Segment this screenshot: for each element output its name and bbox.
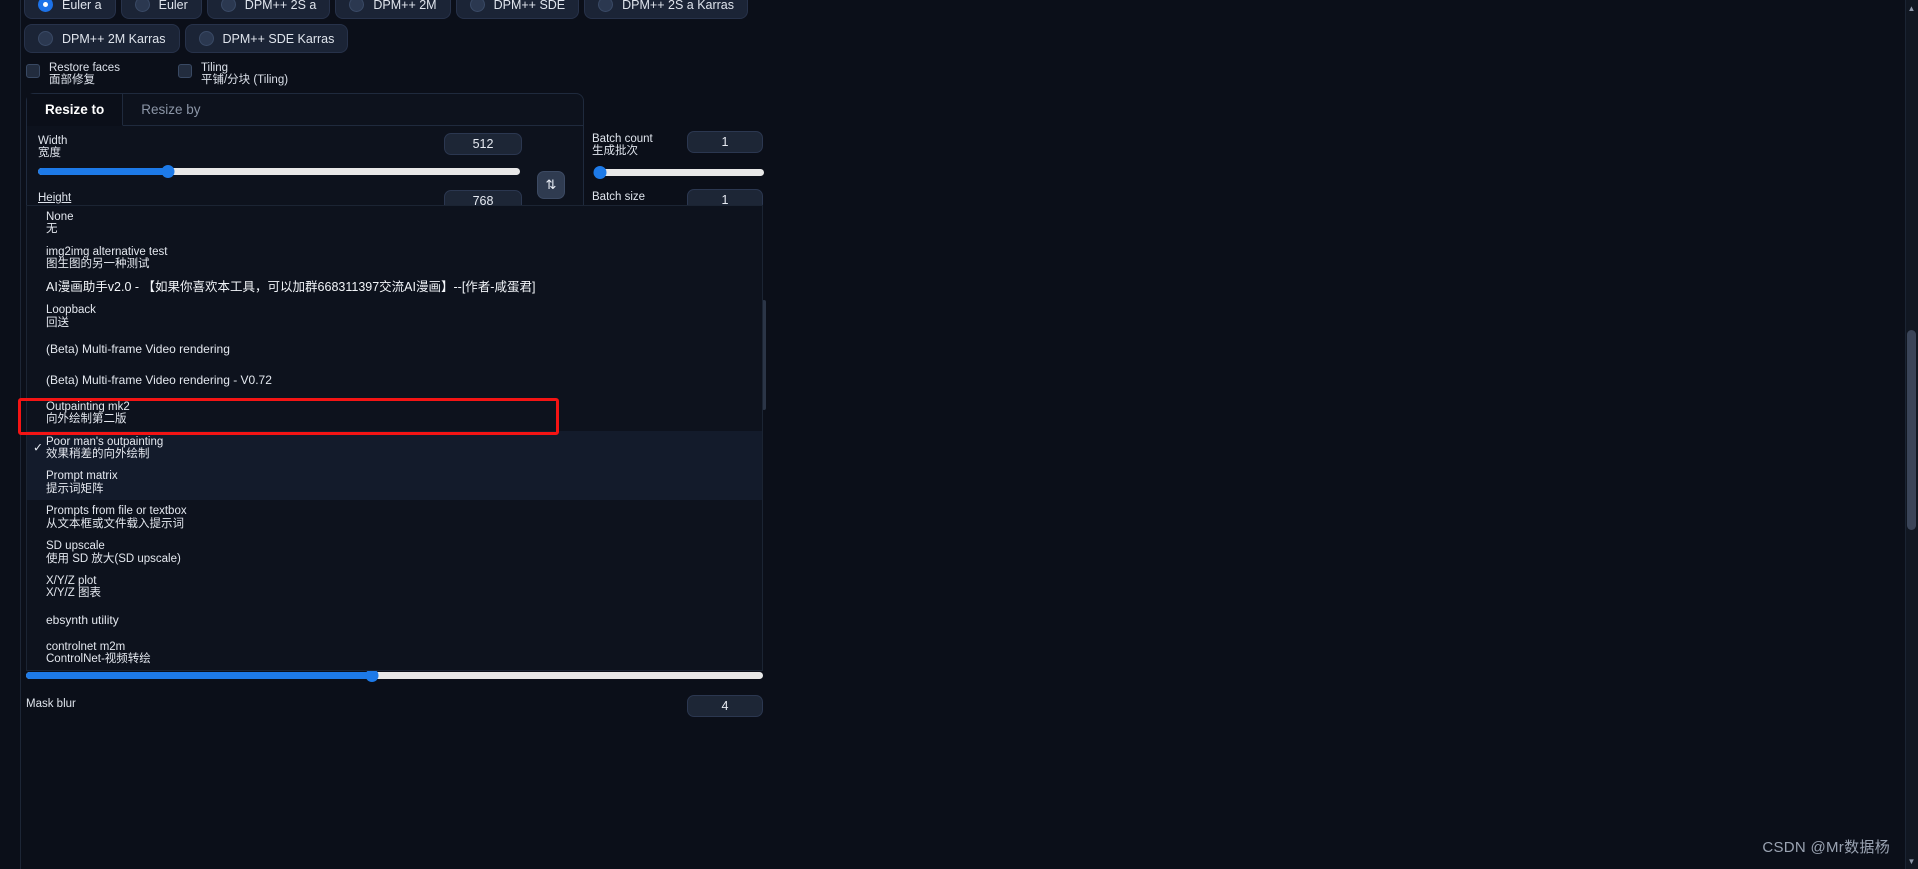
checkbox-icon	[26, 64, 40, 78]
batch-count-value[interactable]: 1	[687, 131, 763, 153]
batch-size-label: Batch size	[592, 191, 646, 203]
radio-icon	[134, 0, 150, 12]
dropdown-item-img2img-alt-test[interactable]: img2img alternative test 图生图的另一种测试	[27, 241, 762, 276]
watermark: CSDN @Mr数据杨	[1762, 839, 1890, 856]
dropdown-item-poor-mans-outpainting[interactable]: ✓ Poor man's outpainting 效果稍差的向外绘制	[27, 430, 762, 466]
sampler-option-dpmpp-2s-a[interactable]: DPM++ 2S a	[206, 0, 331, 19]
batch-count-label: Batch count 生成批次	[592, 133, 653, 158]
tiling-checkbox[interactable]: Tiling 平铺/分块 (Tiling)	[177, 62, 289, 87]
mask-blur-value[interactable]: 4	[687, 695, 763, 717]
app-root: Euler a Euler DPM++ 2S a DPM++ 2M DPM++ …	[0, 0, 1918, 869]
sampler-label: DPM++ 2M Karras	[62, 31, 166, 46]
scroll-up-arrow-icon[interactable]: ▲	[1906, 2, 1917, 14]
dropdown-item-ebsynth-utility[interactable]: ebsynth utility	[27, 605, 762, 636]
sampler-row-1: Euler a Euler DPM++ 2S a DPM++ 2M DPM++ …	[24, 0, 784, 19]
radio-icon	[38, 0, 53, 12]
sampler-option-dpmpp-2m[interactable]: DPM++ 2M	[335, 0, 451, 19]
dropdown-item-prompts-from-file[interactable]: Prompts from file or textbox 从文本框或文件载入提示…	[27, 500, 762, 535]
dropdown-item-controlnet-m2m[interactable]: controlnet m2m ControlNet-视频转绘	[27, 636, 762, 671]
pixels-to-expand-slider[interactable]	[26, 669, 763, 682]
width-slider[interactable]	[38, 165, 520, 178]
sampler-option-dpmpp-sde[interactable]: DPM++ SDE	[455, 0, 580, 19]
sampler-label: DPM++ 2S a	[244, 0, 317, 12]
restore-faces-label: Restore faces 面部修复	[49, 62, 120, 87]
radio-icon	[38, 31, 53, 46]
height-label: Height	[38, 192, 72, 204]
page-scrollbar-thumb[interactable]	[1907, 330, 1916, 530]
slider-fill	[26, 672, 373, 679]
dropdown-item-xyz-plot[interactable]: X/Y/Z plot X/Y/Z 图表	[27, 570, 762, 605]
swap-arrows-icon: ⇅	[545, 177, 557, 192]
radio-icon	[598, 0, 614, 12]
dropdown-item-multiframe-video-rendering[interactable]: (Beta) Multi-frame Video rendering	[27, 334, 762, 365]
sampler-option-euler[interactable]: Euler	[120, 0, 202, 19]
panel-divider	[20, 0, 21, 869]
scroll-down-arrow-icon[interactable]: ▼	[1906, 855, 1917, 867]
batch-count-slider[interactable]	[593, 166, 764, 179]
sampler-row-2: DPM++ 2M Karras DPM++ SDE Karras	[24, 24, 784, 53]
dropdown-item-loopback[interactable]: Loopback 回送	[27, 299, 762, 334]
swap-dimensions-button[interactable]: ⇅	[537, 171, 565, 199]
radio-icon	[198, 31, 214, 46]
checkbox-icon	[177, 64, 192, 78]
dropdown-item-prompt-matrix[interactable]: Prompt matrix 提示词矩阵	[27, 465, 762, 501]
script-dropdown-list: None 无 img2img alternative test 图生图的另一种测…	[26, 205, 763, 672]
left-settings-panel: Euler a Euler DPM++ 2S a DPM++ 2M DPM++ …	[0, 0, 790, 869]
width-value[interactable]: 512	[444, 133, 522, 155]
page-scrollbar[interactable]: ▲ ▼	[1905, 0, 1918, 869]
dropdown-item-none[interactable]: None 无	[27, 206, 762, 241]
sampler-label: DPM++ SDE Karras	[222, 31, 335, 46]
dropdown-item-outpainting-mk2[interactable]: Outpainting mk2 向外绘制第二版	[27, 396, 762, 431]
tab-resize-by[interactable]: Resize by	[123, 94, 219, 125]
radio-icon	[469, 0, 485, 12]
sampler-label: DPM++ 2S a Karras	[622, 0, 735, 12]
slider-knob[interactable]	[161, 165, 175, 178]
sampler-option-euler-a[interactable]: Euler a	[24, 0, 116, 19]
dropdown-item-ai-manga-assistant[interactable]: AI漫画助手v2.0 - 【如果你喜欢本工具，可以加群668311397交流AI…	[27, 276, 762, 300]
sampler-label: DPM++ SDE	[493, 0, 566, 12]
dropdown-item-multiframe-video-rendering-v072[interactable]: (Beta) Multi-frame Video rendering - V0.…	[27, 365, 762, 396]
sampler-option-dpmpp-sde-karras[interactable]: DPM++ SDE Karras	[184, 24, 349, 53]
resize-tabs: Resize to Resize by	[27, 94, 583, 126]
slider-fill	[38, 168, 169, 175]
slider-knob[interactable]	[593, 166, 607, 179]
tab-resize-to[interactable]: Resize to	[27, 94, 124, 126]
sampler-label: DPM++ 2M	[373, 0, 437, 12]
restore-faces-checkbox[interactable]: Restore faces 面部修复	[26, 62, 120, 87]
sampler-option-dpmpp-2m-karras[interactable]: DPM++ 2M Karras	[24, 24, 180, 53]
tiling-label: Tiling 平铺/分块 (Tiling)	[200, 62, 289, 87]
toggle-options-row: Restore faces 面部修复 Tiling 平铺/分块 (Tiling)	[26, 62, 288, 87]
sampler-label: Euler	[158, 0, 188, 12]
check-icon: ✓	[33, 440, 44, 455]
radio-icon	[220, 0, 236, 12]
sampler-label: Euler a	[62, 0, 102, 12]
dropdown-item-sd-upscale[interactable]: SD upscale 使用 SD 放大(SD upscale)	[27, 535, 762, 570]
mask-blur-label: Mask blur	[26, 698, 76, 710]
radio-icon	[349, 0, 365, 12]
sampler-radio-group: Euler a Euler DPM++ 2S a DPM++ 2M DPM++ …	[24, 0, 784, 58]
sampler-option-dpmpp-2s-a-karras[interactable]: DPM++ 2S a Karras	[584, 0, 749, 19]
width-label: Width 宽度	[38, 135, 68, 160]
